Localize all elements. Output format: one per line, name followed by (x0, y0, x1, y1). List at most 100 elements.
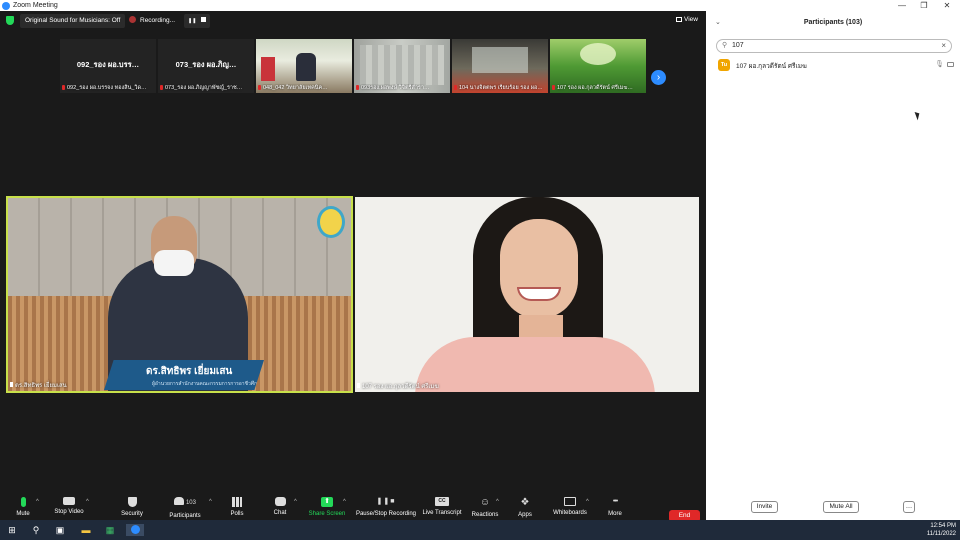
task-view-icon[interactable]: ▣ (54, 524, 66, 536)
video-camera-icon (63, 497, 75, 505)
participants-panel-title: Participants (103) (803, 19, 863, 26)
chat-button[interactable]: Chat (255, 497, 305, 516)
thumbnail-caption: 107 รอง ผอ.กุลวดีรัตน์ ศรีเมฆ… (552, 84, 644, 92)
banner-subtitle: ผู้อำนวยการสำนักงานคณะกรรมการการอาชีวศึก… (152, 381, 264, 387)
muted-mic-icon (62, 85, 65, 90)
mouse-cursor-icon (914, 110, 922, 121)
thumbnail-caption: 104 นางจิตตพร เรียบร้อย รอง ผอ… (454, 84, 546, 92)
mute-button[interactable]: Mute (0, 497, 48, 517)
speaker-top (415, 337, 655, 392)
speaker-caption: 107 รอง ผอ.กุลวดีรัตน์ ศรีเมฆ (357, 381, 439, 391)
speaker-video-right[interactable]: 107 รอง ผอ.กุลวดีรัตน์ ศรีเมฆ (355, 197, 699, 392)
muted-mic-icon (454, 85, 457, 90)
invite-button[interactable]: Invite (751, 501, 778, 513)
participant-thumbnail[interactable]: 104 นางจิตตพร เรียบร้อย รอง ผอ… (452, 39, 548, 93)
participant-thumbnail[interactable]: 093รอง.ผอพงษ์ วิจิตรีสำรา… (354, 39, 450, 93)
participant-thumbnail[interactable]: 107 รอง ผอ.กุลวดีรัตน์ ศรีเมฆ… (550, 39, 646, 93)
taskbar-search-icon[interactable]: ⚲ (30, 524, 42, 536)
close-window-button[interactable]: ✕ (935, 0, 959, 11)
minimize-button[interactable]: — (890, 0, 914, 11)
security-button[interactable]: Security (107, 497, 157, 517)
participants-panel: ⌄ Participants (103) ⚲ 107 × Tu 107 ผอ.ก… (706, 11, 960, 520)
participant-thumbnail[interactable]: 048_042 วิทยาลัยเทคนิค… (256, 39, 352, 93)
search-value: 107 (732, 42, 744, 49)
avatar: Tu (718, 59, 730, 71)
system-clock[interactable]: 12:54 PM 11/11/2022 (927, 522, 956, 538)
store-app-icon[interactable]: ▦ (104, 524, 116, 536)
windows-taskbar: ⊞ ⚲ ▣ ▬ ▦ 12:54 PM 11/11/2022 (0, 520, 960, 540)
muted-mic-icon (357, 383, 360, 388)
chat-bubble-icon (274, 497, 286, 506)
speaker-video-left[interactable]: ดร.สิทธิพร เยี่ยมเสน ผู้อำนวยการสำนักงาน… (6, 196, 353, 393)
video-off-icon (947, 62, 954, 67)
pause-recording-button[interactable]: ❚❚ (188, 18, 196, 24)
windows-start-icon[interactable]: ⊞ (6, 524, 18, 536)
reactions-options-caret[interactable]: ^ (496, 499, 499, 505)
chat-options-caret[interactable]: ^ (294, 499, 297, 505)
participant-thumbnail[interactable]: 092_รอง ผอ.บรร… 092_รอง ผอ.บรรจง ทองสิน_… (60, 39, 156, 93)
audio-options-caret[interactable]: ^ (36, 499, 39, 505)
more-button[interactable]: ••• More (590, 497, 640, 517)
pause-stop-recording-button[interactable]: ❚❚■ Pause/Stop Recording (352, 497, 420, 517)
share-screen-icon: ⬆ (321, 497, 333, 507)
speaker-face (500, 219, 578, 319)
recording-controls: ❚❚ (184, 14, 211, 28)
window-titlebar: Zoom Meeting — ❐ ✕ (0, 0, 960, 11)
name-banner: ดร.สิทธิพร เยี่ยมเสน ผู้อำนวยการสำนักงาน… (104, 360, 264, 390)
stop-recording-button[interactable] (201, 17, 207, 22)
muted-mic-icon (552, 85, 555, 90)
speaker-mask (154, 250, 194, 276)
clock-time: 12:54 PM (930, 523, 956, 529)
view-label: View (684, 16, 698, 23)
zoom-taskbar-icon[interactable] (126, 524, 144, 536)
thumbnail-video (296, 53, 316, 81)
participant-name: 107 ผอ.กุลวดีรัตน์ ศรีเมฆ (736, 63, 807, 70)
meeting-area: Original Sound for Musicians: Off Record… (0, 11, 706, 531)
restore-button[interactable]: ❐ (912, 0, 936, 11)
more-dots-icon: ••• (612, 498, 618, 505)
whiteboard-options-caret[interactable]: ^ (586, 499, 589, 505)
clear-search-icon[interactable]: × (941, 40, 946, 52)
participant-thumbnail[interactable]: 073_รอง ผอ.ภิญ… 073_รอง ผอ.ภิญญาพัชญ์_รา… (158, 39, 254, 93)
microphone-muted-icon: 🎙 (935, 61, 944, 68)
view-button[interactable]: View (676, 16, 698, 23)
original-sound-toggle[interactable]: Original Sound for Musicians: Off (20, 14, 126, 28)
recording-indicator: Recording... (124, 14, 180, 28)
participant-list-item[interactable]: Tu 107 ผอ.กุลวดีรัตน์ ศรีเมฆ 🎙 (718, 59, 954, 73)
thumbnail-name: 073_รอง ผอ.ภิญ… (175, 60, 237, 69)
muted-mic-icon (10, 382, 13, 387)
mute-all-button[interactable]: Mute All (823, 501, 859, 513)
microphone-icon (20, 497, 26, 507)
muted-mic-icon (160, 85, 163, 90)
muted-mic-icon (356, 85, 359, 90)
thumbnail-video (360, 45, 444, 85)
whiteboard-icon (564, 497, 576, 506)
window-title: Zoom Meeting (13, 2, 58, 9)
thumbnail-caption: 048_042 วิทยาลัยเทคนิค… (258, 84, 350, 92)
share-options-caret[interactable]: ^ (343, 499, 346, 505)
emblem-icon (317, 206, 345, 238)
meeting-topbar: Original Sound for Musicians: Off Record… (0, 11, 706, 31)
apps-button[interactable]: ❖ Apps (500, 497, 550, 518)
thumbnail-video (580, 43, 616, 65)
muted-mic-icon (258, 85, 261, 90)
recording-cloud-icon (129, 16, 136, 23)
polls-icon (232, 497, 242, 507)
zoom-app-icon (2, 1, 10, 10)
next-page-arrow-icon[interactable]: › (651, 70, 666, 85)
encryption-shield-icon[interactable] (6, 16, 14, 25)
video-options-caret[interactable]: ^ (86, 499, 89, 505)
panel-more-button[interactable]: … (903, 501, 915, 513)
thumbnail-caption: 093รอง.ผอพงษ์ วิจิตรีสำรา… (356, 84, 448, 92)
recording-label: Recording... (140, 17, 176, 24)
speaker-caption: ดร.สิทธิพร เยี่ยมเสน (10, 380, 67, 390)
recording-controls-icon: ❚❚■ (376, 498, 396, 505)
file-explorer-icon[interactable]: ▬ (80, 524, 92, 536)
participants-button[interactable]: 103 Participants (160, 497, 210, 519)
thumbnail-caption: 073_รอง ผอ.ภิญญาพัชญ์_ราช… (160, 84, 252, 92)
view-grid-icon (676, 17, 683, 22)
clock-date: 11/11/2022 (926, 531, 956, 537)
participant-search-input[interactable]: ⚲ 107 × (716, 39, 952, 53)
security-shield-icon (127, 497, 137, 507)
search-icon: ⚲ (722, 42, 728, 49)
